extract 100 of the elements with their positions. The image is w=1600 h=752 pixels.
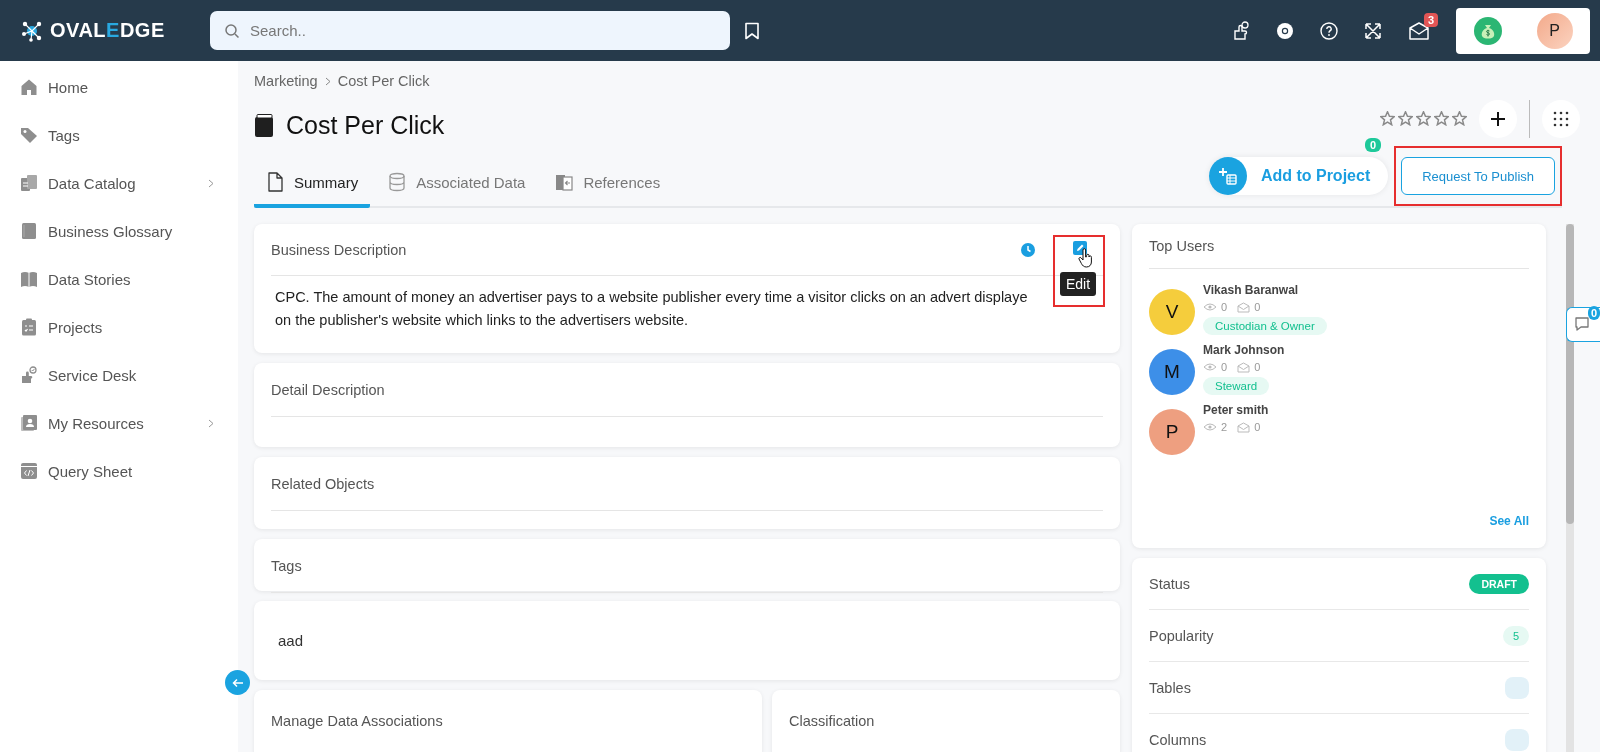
envelope-icon	[1237, 301, 1251, 313]
star-icon[interactable]	[1416, 111, 1431, 126]
sidebar-item[interactable]: Query Sheet	[0, 447, 238, 495]
star-icon[interactable]	[1380, 111, 1395, 126]
browser-icon[interactable]	[1276, 21, 1294, 40]
home-icon	[20, 78, 38, 96]
sidebar-item[interactable]: Home	[0, 63, 238, 111]
view-count: 0	[1221, 361, 1228, 373]
chevron-right-icon	[208, 178, 214, 188]
expand-icon[interactable]	[1364, 21, 1382, 40]
collapse-sidebar-button[interactable]	[225, 670, 250, 695]
notification-badge: 3	[1423, 12, 1438, 27]
view-count: 2	[1221, 421, 1228, 433]
star-rating[interactable]	[1380, 111, 1467, 126]
user-avatar[interactable]: M	[1149, 349, 1195, 395]
sidebar-item[interactable]: Projects	[0, 303, 238, 351]
eye-icon	[1203, 362, 1217, 372]
star-icon[interactable]	[1434, 111, 1449, 126]
role-tag: Custodian & Owner	[1203, 317, 1327, 335]
sidebar-item[interactable]: Data Catalog	[0, 159, 238, 207]
user-name[interactable]: Mark Johnson	[1203, 343, 1285, 357]
scrollbar[interactable]	[1566, 224, 1574, 752]
apps-button[interactable]	[1542, 99, 1580, 138]
search-field[interactable]: Search..	[210, 11, 730, 50]
card-title: Top Users	[1149, 238, 1216, 254]
pencil-icon	[1075, 243, 1085, 253]
user-avatar[interactable]: V	[1149, 289, 1195, 335]
sidebar-item[interactable]: Service Desk	[0, 351, 238, 399]
card-title: Related Objects	[271, 476, 375, 492]
user-name[interactable]: Vikash Baranwal	[1203, 283, 1327, 297]
page-title: Cost Per Click	[286, 111, 445, 140]
open-book-icon	[20, 270, 38, 288]
book-icon	[20, 222, 38, 240]
card-title: Classification	[789, 713, 875, 729]
tab[interactable]: Associated Data	[376, 172, 538, 208]
help-icon[interactable]	[1320, 21, 1338, 40]
person-card-icon	[20, 414, 38, 432]
tab[interactable]: Summary	[254, 172, 371, 208]
tooltip: Edit	[1060, 272, 1097, 296]
count-badge: 5	[1502, 625, 1529, 646]
star-icon[interactable]	[1452, 111, 1467, 126]
hand-cursor-icon	[1078, 248, 1094, 268]
eye-icon	[1203, 302, 1217, 312]
logo-text: OVALEDGE	[50, 19, 165, 42]
message-count: 0	[1254, 361, 1261, 373]
eye-icon	[1203, 422, 1217, 432]
card-title: Business Description	[271, 241, 408, 258]
search-icon	[224, 23, 240, 39]
tag-icon	[20, 126, 38, 144]
user-avatar[interactable]: P	[1149, 409, 1195, 455]
message-count: 0	[1254, 421, 1261, 433]
role-tag: Steward	[1203, 377, 1270, 395]
tag-text: aad	[278, 632, 304, 649]
tab[interactable]: References	[543, 172, 673, 208]
message-count: 0	[1254, 301, 1261, 313]
description-text: CPC. The amount of money an advertiser pays to a website publisher every time a visitor clicks on an advert displaye on the publisher's website which links to the advertisers website.	[275, 288, 1029, 330]
user-avatar[interactable]: P	[1536, 12, 1573, 49]
arrow-left-icon	[231, 677, 244, 688]
card-title: Detail Description	[271, 382, 385, 398]
book-icon	[254, 113, 274, 138]
request-to-publish-button[interactable]: Request To Publish	[1401, 157, 1555, 195]
plus-icon	[1489, 109, 1507, 128]
star-icon[interactable]	[1398, 111, 1413, 126]
code-file-icon	[20, 462, 38, 480]
hand-check-icon	[20, 366, 38, 384]
card-title: Manage Data Associations	[271, 713, 443, 729]
money-bag-icon[interactable]	[1473, 16, 1502, 45]
hand-check-icon[interactable]	[1232, 20, 1250, 41]
comments-button[interactable]	[1566, 307, 1600, 342]
property-label: Columns	[1149, 731, 1207, 748]
breadcrumb-separator-icon	[324, 76, 331, 86]
property-label: Status	[1149, 575, 1191, 592]
chevron-right-icon	[208, 418, 214, 428]
clock-icon[interactable]	[1021, 242, 1035, 257]
count-badge: 0	[1364, 138, 1381, 152]
grid-dots-icon	[1553, 110, 1569, 127]
add-button[interactable]	[1479, 99, 1517, 138]
property-label: Tables	[1149, 679, 1191, 696]
bookmark-icon[interactable]	[744, 21, 760, 40]
documents-icon	[20, 174, 38, 192]
breadcrumb-link[interactable]: Marketing	[254, 73, 318, 89]
view-count: 0	[1221, 301, 1228, 313]
reference-icon	[555, 172, 574, 192]
card-title: Tags	[271, 558, 302, 574]
status-badge: DRAFT	[1469, 573, 1529, 594]
user-name[interactable]: Peter smith	[1203, 403, 1269, 417]
empty-badge	[1505, 676, 1529, 699]
empty-badge	[1505, 728, 1529, 751]
mail-icon[interactable]	[1408, 21, 1430, 40]
envelope-icon	[1237, 421, 1251, 433]
sidebar-item[interactable]: Business Glossary	[0, 207, 238, 255]
sidebar-item[interactable]: Data Stories	[0, 255, 238, 303]
envelope-icon	[1237, 361, 1251, 373]
sidebar-item[interactable]: Tags	[0, 111, 238, 159]
add-table-icon	[1217, 166, 1238, 186]
clipboard-icon	[20, 318, 38, 336]
property-label: Popularity	[1149, 627, 1214, 644]
breadcrumb-link[interactable]: Cost Per Click	[337, 73, 430, 89]
database-icon	[388, 172, 407, 192]
sidebar-item[interactable]: My Resources	[0, 399, 238, 447]
